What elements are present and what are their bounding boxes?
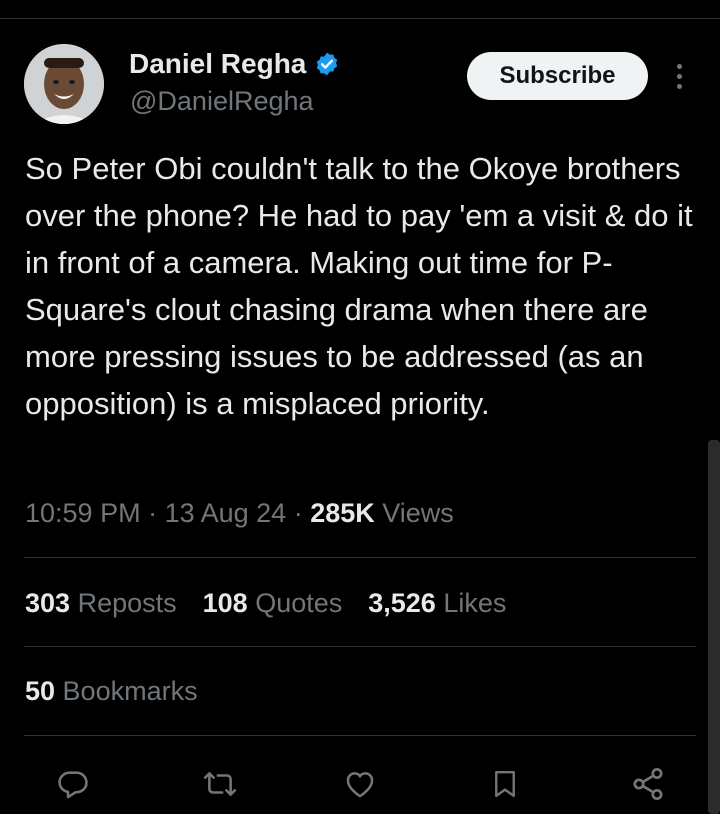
repost-icon — [203, 772, 237, 796]
divider — [24, 646, 696, 647]
repost-button[interactable] — [198, 762, 242, 806]
likes-stat[interactable]: 3,526 Likes — [368, 588, 506, 619]
like-icon — [346, 772, 374, 798]
bookmark-icon — [495, 770, 515, 798]
engagement-stats: 303 Reposts 108 Quotes 3,526 Likes — [25, 588, 506, 619]
bookmark-button[interactable] — [483, 762, 527, 806]
quotes-label: Quotes — [247, 588, 343, 618]
likes-count: 3,526 — [368, 588, 436, 618]
meta-separator: · — [286, 498, 311, 528]
divider — [24, 557, 696, 558]
quotes-count: 108 — [202, 588, 248, 618]
tweet-date[interactable]: 13 Aug 24 — [165, 498, 287, 528]
bookmarks-stat[interactable]: 50 Bookmarks — [25, 676, 198, 707]
bookmarks-count: 50 — [25, 676, 56, 706]
views-label: Views — [374, 498, 454, 528]
more-vertical-icon[interactable] — [668, 62, 692, 92]
tweet-meta: 10:59 PM · 13 Aug 24 · 285K Views — [25, 498, 454, 529]
reply-button[interactable] — [51, 762, 95, 806]
author-name-row[interactable]: Daniel Regha — [129, 48, 340, 80]
reposts-stat[interactable]: 303 Reposts — [25, 588, 177, 619]
share-icon — [633, 767, 663, 801]
tweet-text: So Peter Obi couldn't talk to the Okoye … — [25, 151, 693, 421]
tweet-time[interactable]: 10:59 PM — [25, 498, 141, 528]
reposts-count: 303 — [25, 588, 71, 618]
verified-badge-icon — [317, 52, 338, 76]
subscribe-button[interactable]: Subscribe — [467, 52, 648, 100]
reply-icon — [58, 771, 88, 799]
views-count: 285K — [310, 498, 375, 528]
like-button[interactable] — [338, 762, 382, 806]
author-handle[interactable]: @DanielRegha — [130, 86, 314, 117]
bookmarks-label: Bookmarks — [55, 676, 198, 706]
likes-label: Likes — [435, 588, 507, 618]
author-name[interactable]: Daniel Regha — [129, 48, 306, 80]
avatar[interactable] — [24, 44, 104, 124]
share-button[interactable] — [626, 762, 670, 806]
meta-separator: · — [140, 498, 165, 528]
reposts-label: Reposts — [70, 588, 177, 618]
scrollbar[interactable] — [708, 440, 720, 814]
quotes-stat[interactable]: 108 Quotes — [203, 588, 343, 619]
avatar-image — [24, 44, 104, 124]
divider — [24, 735, 696, 736]
top-divider — [0, 18, 720, 19]
